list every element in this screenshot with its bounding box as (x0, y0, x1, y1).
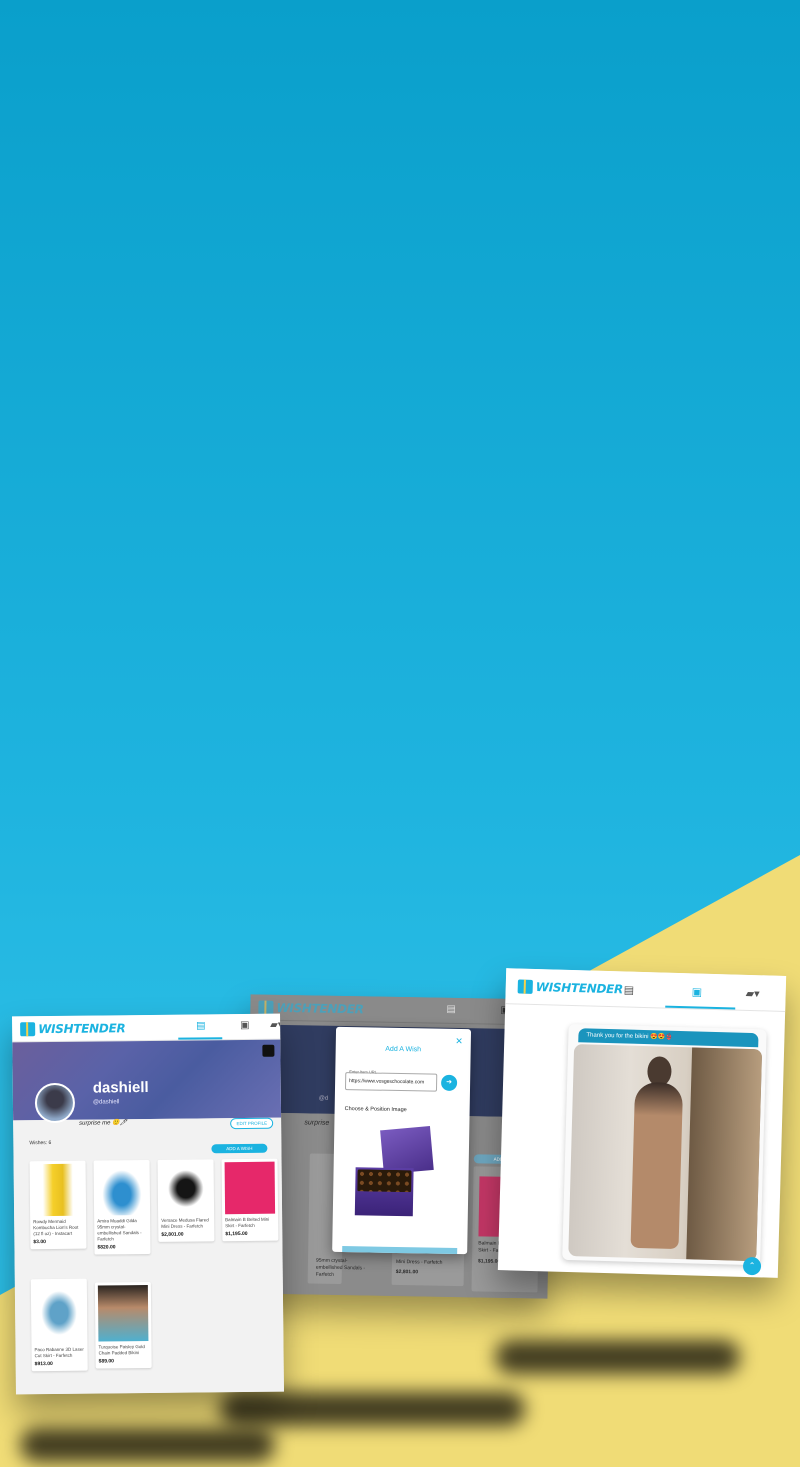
photo-door (686, 1047, 763, 1262)
wish-card[interactable]: Turquoise Paisley Gold Chain Padded Biki… (94, 1281, 152, 1369)
bio-fragment: surprise (304, 1119, 330, 1127)
wish-title: Turquoise Paisley Gold Chain Padded Biki… (98, 1344, 145, 1356)
arrow-icon[interactable]: ➜ (440, 1074, 458, 1092)
wish-title: Amira Muaddi Gilda 95mm crystal-embellis… (97, 1218, 142, 1242)
wish-card[interactable]: Amira Muaddi Gilda 95mm crystal-embellis… (93, 1159, 151, 1255)
wish-card[interactable]: Balmain B Belted Mini Skirt - Farfetch $… (221, 1158, 279, 1242)
logo-text: WISHTENDER (276, 1000, 364, 1017)
url-input[interactable]: https://www.vosgeschocolate.com (344, 1072, 438, 1092)
profile-window: WISHTENDER ▤ ▣ ▰▾ dashiell @dashiell sur… (12, 1013, 284, 1395)
close-icon[interactable]: ✕ (455, 1036, 463, 1047)
wish-price: $3.00 (33, 1239, 46, 1246)
wish-price: $2,801.00 (161, 1231, 184, 1238)
card-dress-title: Mini Dress - Farfetch (395, 1258, 443, 1266)
logo[interactable]: WISHTENDER (517, 978, 624, 997)
wish-card[interactable]: Paco Rabanne 3D Laser Cut Skirt - Farfet… (30, 1278, 88, 1372)
tab-underline (665, 1005, 736, 1010)
profile-handle: @dashiell (92, 1099, 120, 1106)
cake-icon[interactable]: ▣ (692, 985, 703, 998)
camera-icon[interactable] (262, 1044, 275, 1057)
wish-image (33, 1281, 85, 1345)
cake-icon[interactable]: ▣ (240, 1020, 250, 1031)
wish-title: Balmain B Belted Mini Skirt - Farfetch (225, 1216, 270, 1229)
shadow-3 (495, 1340, 740, 1374)
wish-image (160, 1162, 212, 1215)
wish-image (97, 1285, 149, 1342)
scroll-up-icon[interactable]: ⌃ (742, 1256, 762, 1276)
edit-profile-button[interactable]: EDIT PROFILE (230, 1117, 274, 1130)
message-photo[interactable] (568, 1044, 763, 1262)
message-window: WISHTENDER ▤ ▣ ▰▾ Thank you for the biki… (497, 968, 787, 1278)
wish-card[interactable]: Versace Medusa Flared Mini Dress - Farfe… (157, 1159, 215, 1242)
wish-price: $89.00 (98, 1358, 114, 1365)
book-icon[interactable]: ▤ (446, 1004, 456, 1015)
photo-figure (630, 1081, 684, 1250)
add-wish-modal: ✕ Add A Wish Enter Item URL https://www.… (332, 1026, 472, 1255)
gift-logo-icon (20, 1022, 36, 1037)
card-mid-3: Farfetch (315, 1271, 335, 1278)
wish-price: $913.00 (34, 1361, 53, 1368)
choose-image-label: Choose & Position Image (344, 1106, 407, 1114)
wish-image (32, 1163, 84, 1217)
logo-text: WISHTENDER (38, 1021, 126, 1037)
wishes-count: Wishes: 6 (29, 1140, 52, 1147)
logo[interactable]: WISHTENDER (20, 1020, 125, 1037)
handle-fragment: @d (318, 1095, 329, 1102)
gift-logo-icon (258, 1000, 274, 1015)
card-dress-price: $2,801.00 (395, 1268, 419, 1276)
profile-bio: surprise me 🙂🖊 (79, 1120, 128, 1127)
book-icon[interactable]: ▤ (196, 1020, 206, 1031)
navbar: WISHTENDER ▤ ▣ ▰▾ (505, 968, 787, 1012)
profile-name: dashiell (92, 1078, 149, 1097)
message-panel: Thank you for the bikini 😍😍👙 (562, 1023, 767, 1266)
account-icon[interactable]: ▰▾ (745, 987, 759, 1000)
wish-image (96, 1163, 148, 1216)
wish-image (224, 1161, 276, 1215)
avatar[interactable] (34, 1082, 76, 1124)
shadow-2 (20, 1428, 275, 1462)
chocolate-tray-image (357, 1169, 412, 1193)
navbar: WISHTENDER ▤ ▣ ▰▾ (12, 1013, 283, 1043)
card-skirt-price: $1,195.00 (477, 1258, 501, 1265)
book-icon[interactable]: ▤ (624, 983, 635, 996)
modal-title: Add A Wish (385, 1045, 422, 1054)
logo-text: WISHTENDER (535, 979, 624, 997)
wish-title: Paco Rabanne 3D Laser Cut Skirt - Farfet… (34, 1346, 84, 1359)
wish-price: $1,195.00 (225, 1230, 248, 1238)
wish-price: $820.00 (97, 1244, 116, 1251)
shadow-1 (220, 1392, 525, 1426)
gift-logo-icon (517, 979, 533, 994)
wish-title: Rowdy Mermaid Kombucha Lion's Root (12 f… (33, 1218, 79, 1237)
add-wish-button[interactable]: ADD A WISH (211, 1143, 268, 1154)
wish-title: Versace Medusa Flared Mini Dress - Farfe… (161, 1217, 209, 1229)
wish-card[interactable]: Rowdy Mermaid Kombucha Lion's Root (12 f… (29, 1160, 87, 1250)
